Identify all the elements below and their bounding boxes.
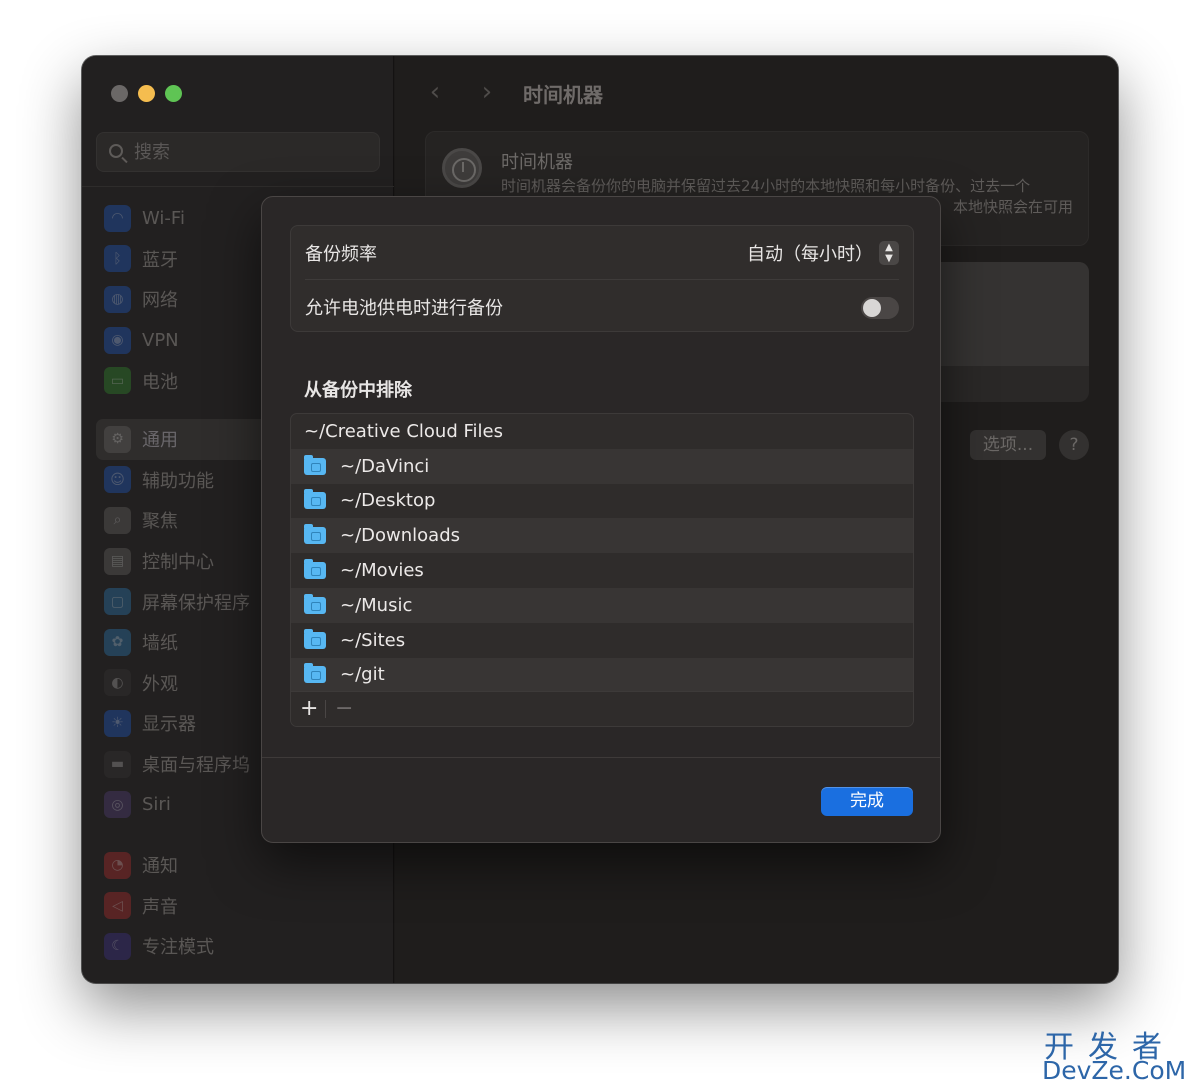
time-machine-icon [442, 148, 482, 188]
sidebar-item-label: 屏幕保护程序 [142, 592, 250, 614]
zoom-window-button[interactable] [165, 85, 182, 102]
sidebar-item-label: 网络 [142, 290, 178, 312]
sidebar-item[interactable]: ☾ 专注模式 [96, 926, 380, 967]
exclude-list: ~/Creative Cloud Files ~/DaVinci ~/Desktop… [290, 413, 914, 727]
folder-icon [304, 559, 326, 580]
page-title: 时间机器 [523, 83, 603, 107]
sidebar-item[interactable]: ◁ 声音 [96, 886, 380, 927]
gear-icon: ⚙ [104, 425, 131, 453]
help-button[interactable]: ? [1059, 430, 1089, 460]
sidebar-item-label: 蓝牙 [142, 249, 178, 271]
exclude-list-item[interactable]: ~/DaVinci [291, 448, 913, 484]
sidebar-item-label: 桌面与程序坞 [142, 755, 250, 777]
sidebar-nav-secondary: ◔ 通知 ◁ 声音 ☾ 专注模式 [96, 845, 380, 967]
window-controls [111, 85, 182, 102]
wifi-icon: ◠ [104, 204, 131, 232]
screensaver-icon: ▢ [104, 588, 131, 616]
watermark: 开发者 DevZe.CoM [1042, 1022, 1192, 1086]
sidebar-item-label: Wi-Fi [142, 207, 185, 229]
minimize-window-button[interactable] [138, 85, 155, 102]
sidebar-item-label: 外观 [142, 673, 178, 695]
sidebar-item-label: 辅助功能 [142, 470, 214, 492]
card-description-line-1: 时间机器会备份你的电脑并保留过去24小时的本地快照和每小时备份、过去一个 [501, 177, 1031, 195]
sidebar-item-label: Siri [142, 794, 171, 816]
appearance-icon: ◐ [104, 669, 131, 697]
folder-icon [304, 663, 326, 684]
exclude-list-item[interactable]: ~/git [291, 657, 913, 693]
footer-separator [325, 700, 326, 718]
done-button[interactable]: 完成 [821, 787, 913, 816]
backup-frequency-select[interactable]: 自动（每小时） [747, 240, 873, 266]
battery-icon: ▭ [104, 367, 131, 395]
sidebar-item[interactable]: ◔ 通知 [96, 845, 380, 886]
exclude-path: ~/Sites [340, 629, 406, 651]
notifications-icon: ◔ [104, 851, 131, 879]
card-title: 时间机器 [501, 152, 573, 173]
sidebar-item-label: 墙纸 [142, 633, 178, 655]
battery-backup-row: 允许电池供电时进行备份 [291, 280, 913, 333]
exclude-path: ~/Desktop [340, 490, 436, 512]
sidebar-divider [82, 186, 394, 187]
sheet-divider [262, 757, 940, 758]
search-icon [109, 144, 123, 158]
folder-icon [304, 593, 326, 614]
folder-icon [304, 489, 326, 510]
battery-backup-toggle[interactable] [861, 297, 899, 319]
sidebar-item-label: 控制中心 [142, 552, 214, 574]
wallpaper-icon: ✿ [104, 628, 131, 656]
sidebar-item-label: 通知 [142, 856, 178, 878]
control-center-icon: ▤ [104, 547, 131, 575]
sound-icon: ◁ [104, 892, 131, 920]
dock-icon: ▬ [104, 750, 131, 778]
options-button[interactable]: 选项... [970, 430, 1046, 460]
backup-frequency-row: 备份频率 自动（每小时） ▲ ▼ [291, 226, 913, 280]
exclude-section-title: 从备份中排除 [304, 380, 412, 401]
sidebar-item-label: 专注模式 [142, 937, 214, 959]
backup-settings-group: 备份频率 自动（每小时） ▲ ▼ 允许电池供电时进行备份 [290, 225, 914, 332]
list-footer: + − [291, 691, 913, 726]
remove-exclusion-button[interactable]: − [335, 696, 353, 722]
sidebar-item-label: 显示器 [142, 714, 196, 736]
add-exclusion-button[interactable]: + [300, 696, 318, 722]
forward-chevron-icon[interactable]: › [475, 78, 499, 106]
exclude-list-item[interactable]: ~/Downloads [291, 518, 913, 554]
exclude-path: ~/git [340, 664, 385, 686]
sidebar-item-label: VPN [142, 329, 179, 351]
folder-icon [304, 524, 326, 545]
select-stepper-icon[interactable]: ▲ ▼ [879, 241, 899, 265]
spotlight-icon: ⌕ [104, 506, 131, 534]
sidebar-item-label: 电池 [142, 371, 178, 393]
exclude-list-item[interactable]: ~/Music [291, 587, 913, 623]
exclude-path: ~/Movies [340, 560, 424, 582]
sidebar-item-label: 声音 [142, 896, 178, 918]
watermark-bottom: DevZe.CoM [1042, 1056, 1187, 1085]
sidebar-item-label: 聚焦 [142, 511, 178, 533]
accessibility-icon: ☺ [104, 466, 131, 494]
display-icon: ☀ [104, 709, 131, 737]
exclude-list-item[interactable]: ~/Movies [291, 553, 913, 588]
globe-icon: ◍ [104, 285, 131, 313]
exclude-list-item[interactable]: ~/Sites [291, 623, 913, 658]
exclude-path: ~/Creative Cloud Files [304, 420, 503, 442]
back-chevron-icon[interactable]: ‹ [423, 78, 447, 106]
close-window-button[interactable] [111, 85, 128, 102]
exclude-path: ~/DaVinci [340, 455, 430, 477]
exclude-list-item[interactable]: ~/Desktop [291, 484, 913, 519]
backup-frequency-label: 备份频率 [305, 244, 377, 265]
search-field[interactable] [96, 132, 380, 172]
exclude-list-item[interactable]: ~/Creative Cloud Files [291, 414, 913, 449]
toggle-knob [863, 299, 881, 317]
bluetooth-icon: ᛒ [104, 245, 131, 273]
focus-icon: ☾ [104, 932, 131, 960]
search-input[interactable] [134, 141, 354, 163]
folder-icon [304, 628, 326, 649]
folder-icon [304, 454, 326, 475]
vpn-icon: ◉ [104, 326, 131, 354]
sidebar-item-label: 通用 [142, 430, 178, 452]
exclude-path: ~/Music [340, 594, 413, 616]
exclude-path: ~/Downloads [340, 525, 460, 547]
options-sheet: 备份频率 自动（每小时） ▲ ▼ 允许电池供电时进行备份 从备份中排除 ~/Cre… [261, 196, 941, 843]
siri-icon: ◎ [104, 791, 131, 819]
battery-backup-label: 允许电池供电时进行备份 [305, 298, 503, 319]
